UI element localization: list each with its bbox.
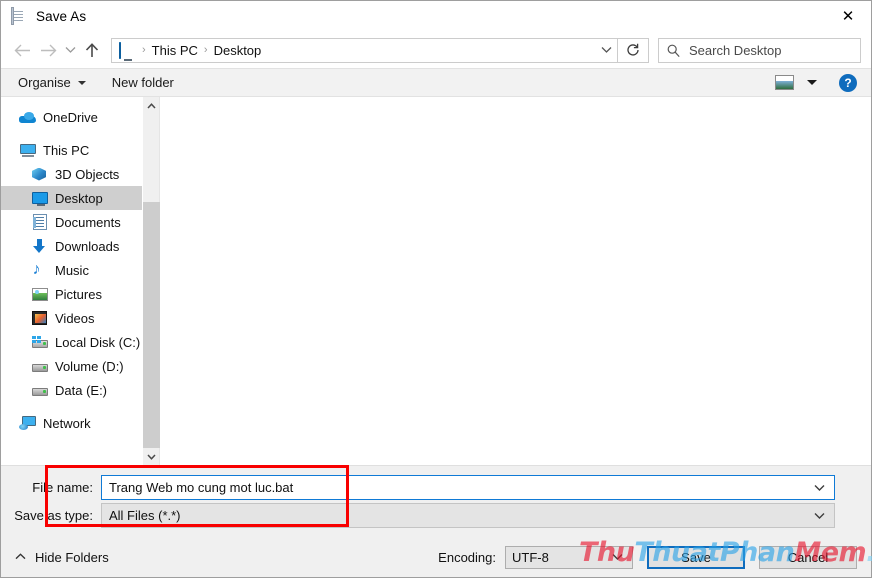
close-icon[interactable]: ✕ — [825, 1, 871, 32]
hide-folders-label: Hide Folders — [35, 549, 109, 565]
save-as-type-select[interactable]: All Files (*.*) — [101, 503, 835, 528]
search-icon — [667, 44, 680, 57]
help-icon[interactable]: ? — [839, 73, 857, 92]
this-pc-icon — [19, 142, 36, 159]
breadcrumb-separator: › — [142, 44, 146, 56]
sidebar-item-videos[interactable]: Videos — [1, 306, 142, 330]
sidebar-item-documents[interactable]: Documents — [1, 210, 142, 234]
sidebar-item-label: Volume (D:) — [55, 358, 124, 374]
3d-objects-icon — [31, 166, 48, 183]
chevron-down-icon[interactable] — [595, 39, 617, 62]
save-as-type-value: All Files (*.*) — [109, 508, 181, 523]
sidebar-item-label: Music — [55, 262, 89, 278]
navigation-sidebar: OneDrive This PC 3D Objects Desktop Docu… — [1, 97, 142, 465]
encoding-select[interactable]: UTF-8 — [505, 545, 633, 569]
desktop-icon — [31, 190, 48, 207]
breadcrumb-desktop[interactable]: Desktop — [214, 43, 262, 58]
encoding-label: Encoding: — [438, 549, 496, 565]
search-input[interactable]: Search Desktop — [689, 43, 782, 58]
sidebar-item-local-disk-c[interactable]: Local Disk (C:) — [1, 330, 142, 354]
sidebar-item-label: This PC — [43, 142, 90, 158]
dialog-footer: Hide Folders Encoding: UTF-8 Save Cancel — [1, 537, 871, 577]
recent-locations-button[interactable] — [61, 37, 79, 63]
save-as-dialog: Save As ✕ › This PC › Desktop Search Des… — [0, 0, 872, 578]
sidebar-item-data-e[interactable]: Data (E:) — [1, 378, 142, 402]
file-name-value: Trang Web mo cung mot luc.bat — [109, 480, 294, 495]
sidebar-scrollbar[interactable] — [142, 97, 160, 465]
scrollbar-track[interactable] — [142, 114, 160, 448]
sidebar-item-label: Local Disk (C:) — [55, 334, 141, 350]
content-area: OneDrive This PC 3D Objects Desktop Docu… — [1, 97, 871, 465]
sidebar-item-label: Data (E:) — [55, 382, 108, 398]
chevron-down-icon — [77, 80, 86, 85]
forward-button[interactable] — [35, 37, 61, 63]
drive-icon — [31, 358, 48, 375]
desktop-monitor-icon — [119, 42, 136, 59]
organise-button[interactable]: Organise — [1, 69, 97, 96]
navigation-bar: › This PC › Desktop Search Desktop — [1, 32, 871, 68]
file-name-input[interactable]: Trang Web mo cung mot luc.bat — [101, 475, 835, 500]
up-button[interactable] — [79, 37, 105, 63]
new-folder-button[interactable]: New folder — [97, 69, 185, 96]
breadcrumb-this-pc[interactable]: This PC — [152, 43, 198, 58]
chevron-up-icon — [15, 552, 26, 563]
breadcrumb-separator: › — [203, 44, 208, 56]
sidebar-item-volume-d[interactable]: Volume (D:) — [1, 354, 142, 378]
file-name-row: File name: Trang Web mo cung mot luc.bat — [1, 475, 835, 500]
sidebar-item-network[interactable]: Network — [1, 411, 142, 435]
command-bar: Organise New folder ? — [1, 68, 871, 97]
music-icon: ♪ — [32, 260, 41, 278]
search-box[interactable]: Search Desktop — [658, 37, 861, 63]
chevron-up-icon[interactable] — [143, 97, 160, 114]
save-button[interactable]: Save — [647, 545, 745, 569]
sidebar-item-music[interactable]: ♪ Music — [1, 258, 142, 282]
title-bar: Save As ✕ — [1, 1, 871, 32]
encoding-value: UTF-8 — [512, 549, 549, 565]
sidebar-item-label: Downloads — [55, 238, 120, 254]
refresh-button[interactable] — [618, 37, 649, 63]
sidebar-item-label: OneDrive — [43, 109, 98, 125]
sidebar-item-pictures[interactable]: Pictures — [1, 282, 142, 306]
save-as-type-label: Save as type: — [14, 508, 93, 523]
organise-label: Organise — [18, 75, 71, 90]
sidebar-item-label: Desktop — [55, 190, 103, 206]
sidebar-item-onedrive[interactable]: OneDrive — [1, 105, 142, 129]
sidebar-item-label: Videos — [55, 310, 95, 326]
sidebar-item-label: Documents — [55, 214, 121, 230]
network-icon — [19, 415, 36, 432]
command-bar-right: ? — [775, 73, 871, 92]
sidebar-item-downloads[interactable]: Downloads — [1, 234, 142, 258]
sidebar-item-this-pc[interactable]: This PC — [1, 138, 142, 162]
back-button[interactable] — [9, 37, 35, 63]
onedrive-cloud-icon — [19, 109, 36, 126]
chevron-down-icon[interactable] — [807, 80, 817, 85]
notepad-icon — [11, 7, 28, 25]
chevron-down-icon[interactable] — [814, 476, 825, 499]
sidebar-item-label: Pictures — [55, 286, 102, 302]
pictures-icon — [31, 286, 48, 303]
window-title: Save As — [36, 9, 87, 24]
save-as-type-row: Save as type: All Files (*.*) — [1, 503, 835, 528]
documents-icon — [31, 214, 48, 231]
local-disk-icon — [31, 334, 48, 351]
file-list-pane[interactable] — [159, 97, 871, 465]
scrollbar-thumb[interactable] — [142, 202, 160, 448]
chevron-down-icon[interactable] — [814, 504, 825, 527]
downloads-icon — [31, 238, 48, 255]
cancel-button[interactable]: Cancel — [759, 545, 857, 569]
chevron-down-icon[interactable] — [143, 448, 160, 465]
file-form-area: File name: Trang Web mo cung mot luc.bat… — [1, 465, 871, 537]
sidebar-item-label: Network — [43, 415, 91, 431]
drive-icon — [31, 382, 48, 399]
file-name-label: File name: — [32, 480, 93, 495]
chevron-down-icon[interactable] — [612, 547, 623, 568]
sidebar-item-desktop[interactable]: Desktop — [1, 186, 142, 210]
hide-folders-button[interactable]: Hide Folders — [15, 550, 109, 565]
address-bar[interactable]: › This PC › Desktop — [111, 37, 618, 63]
sidebar-item-label: 3D Objects — [55, 166, 120, 182]
view-preview-icon[interactable] — [775, 75, 794, 90]
sidebar-item-3d-objects[interactable]: 3D Objects — [1, 162, 142, 186]
videos-icon — [31, 310, 48, 327]
